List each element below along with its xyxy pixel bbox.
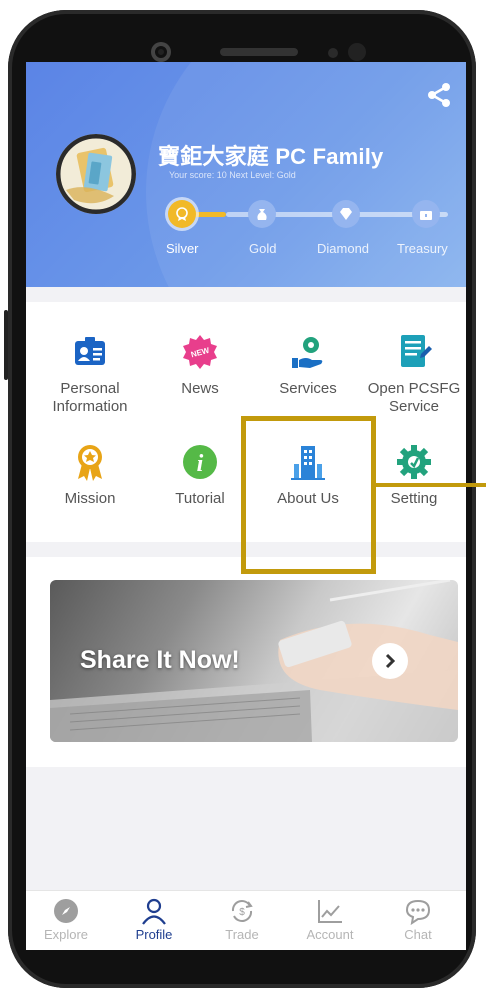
sensor (328, 48, 338, 58)
nav-explore[interactable]: Explore (26, 897, 106, 942)
svg-text:i: i (197, 451, 204, 477)
menu-label: Personal Information (52, 380, 128, 415)
menu-label: Services (279, 380, 337, 397)
nav-trade[interactable]: $ Trade (202, 897, 282, 942)
share-icon[interactable] (424, 80, 454, 110)
svg-text:$: $ (239, 907, 245, 918)
person-icon (142, 898, 166, 925)
menu-label: Open PCSFG Service (367, 380, 461, 415)
progress-track-filled (182, 212, 226, 217)
camera-icon (151, 42, 171, 62)
menu-item-mission[interactable]: Mission (40, 442, 140, 508)
menu-item-personal-information[interactable]: Personal Information (40, 332, 140, 416)
gear-icon (397, 445, 431, 479)
id-card-icon (75, 337, 105, 365)
chart-icon (318, 900, 342, 923)
services-icon (292, 337, 323, 368)
trade-icon: $ (231, 900, 253, 922)
level-label-gold: Gold (249, 241, 277, 256)
annotation-pointer-line (376, 483, 486, 487)
page-title: 寶鉅大家庭 PC Family (158, 144, 384, 169)
menu-label: News (181, 380, 219, 397)
document-icon (401, 335, 432, 367)
sensor (348, 43, 366, 61)
nav-label: Chat (404, 927, 432, 942)
silver-badge-icon (168, 200, 196, 228)
menu-item-open-pcsfg-service[interactable]: Open PCSFG Service (364, 332, 464, 416)
gold-bag-icon (248, 200, 276, 228)
chat-icon (405, 899, 431, 925)
medal-icon (78, 445, 102, 481)
treasury-chest-icon (412, 200, 440, 228)
diamond-icon (332, 200, 360, 228)
share-banner[interactable]: Share It Now! (50, 580, 458, 742)
news-badge-icon: NEW (183, 335, 217, 369)
level-label-treasury: Treasury (397, 241, 448, 256)
nav-label: Account (306, 927, 354, 942)
annotation-highlight-box (241, 416, 376, 574)
avatar[interactable] (56, 134, 136, 214)
score-status: Your score: 10 Next Level: Gold (169, 170, 296, 180)
nav-account[interactable]: Account (290, 897, 370, 942)
speaker-grille (220, 48, 298, 56)
menu-label: Mission (64, 490, 116, 507)
banner-text: Share It Now! (80, 646, 240, 674)
menu-item-tutorial[interactable]: i Tutorial (150, 442, 250, 508)
chevron-right-icon[interactable] (372, 643, 408, 679)
info-icon: i (183, 445, 217, 479)
menu-label: Tutorial (175, 490, 225, 507)
menu-item-setting[interactable]: Setting (364, 442, 464, 508)
progress-track (226, 212, 448, 217)
nav-label: Trade (225, 927, 259, 942)
level-label-silver: Silver (166, 241, 199, 256)
level-label-diamond: Diamond (317, 241, 370, 256)
nav-profile[interactable]: Profile (114, 897, 194, 942)
level-progress: Silver Gold Diamond Treasury (166, 198, 466, 256)
menu-label: Setting (390, 490, 438, 507)
nav-label: Explore (43, 927, 89, 942)
bottom-navigation: Explore Profile $ Trade Account Chat (26, 890, 466, 950)
compass-icon (54, 899, 78, 923)
profile-header: 寶鉅大家庭 PC Family Your score: 10 Next Leve… (26, 62, 466, 287)
nav-chat[interactable]: Chat (378, 897, 458, 942)
menu-item-services[interactable]: Services (258, 332, 358, 398)
menu-item-news[interactable]: NEW News (150, 332, 250, 398)
nav-label: Profile (135, 927, 173, 942)
banner-section: Share It Now! (26, 557, 466, 767)
